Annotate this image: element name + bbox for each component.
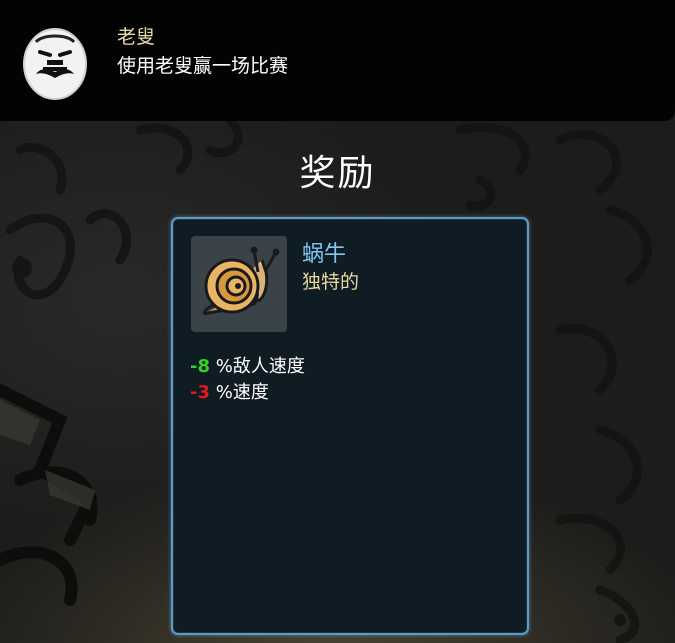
stat-value: -3: [190, 382, 210, 403]
item-name: 蜗牛: [302, 242, 347, 267]
snail-icon: [202, 246, 280, 316]
reward-item-card[interactable]: 蜗牛 独特的 -8 %敌人速度 -3 %速度: [171, 217, 529, 635]
stat-value: -8: [190, 356, 210, 377]
achievement-banner: 老叟 使用老叟赢一场比赛: [0, 0, 675, 121]
stat-line-enemy-speed: -8 %敌人速度: [190, 352, 305, 378]
stat-label: %敌人速度: [215, 356, 305, 377]
stat-label: %速度: [215, 382, 269, 403]
reward-title: 奖励: [299, 153, 376, 194]
item-icon-frame: [191, 236, 287, 332]
stat-line-speed: -3 %速度: [190, 378, 269, 404]
old-man-egg-icon: [20, 22, 90, 100]
achievement-description: 使用老叟赢一场比赛: [117, 55, 289, 77]
item-rarity: 独特的: [302, 271, 360, 293]
character-name: 老叟: [117, 26, 156, 48]
